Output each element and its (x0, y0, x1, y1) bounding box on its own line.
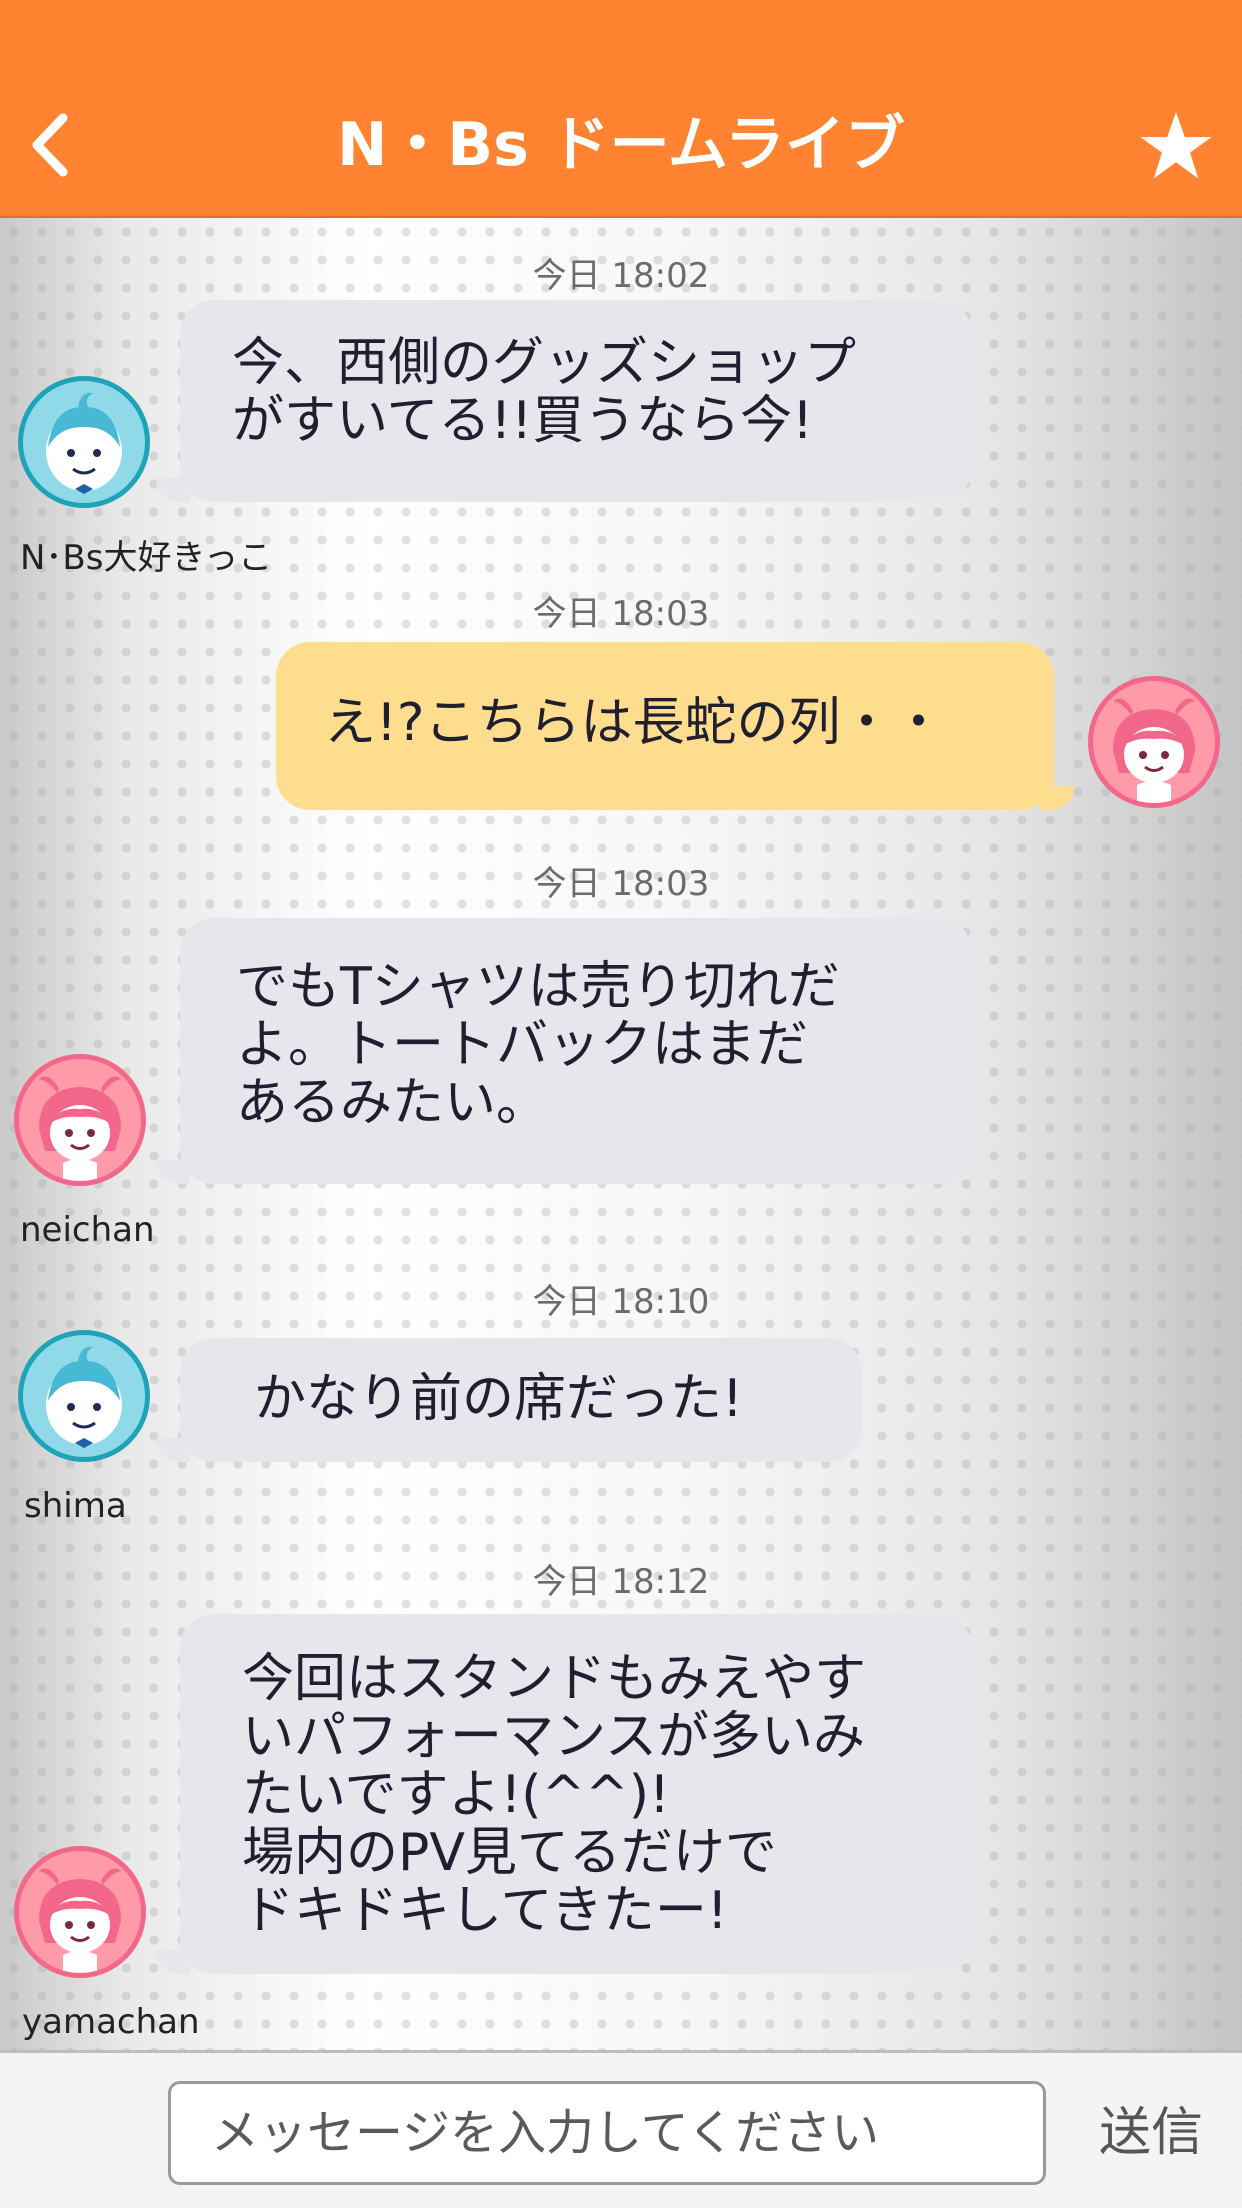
girl-avatar[interactable] (1088, 676, 1220, 808)
send-button[interactable]: 送信 (1076, 2091, 1226, 2175)
boy-avatar[interactable] (18, 376, 150, 508)
message-bubble[interactable]: かなり前の席だった! (180, 1338, 862, 1462)
girl-avatar-icon (39, 1076, 121, 1181)
message-timestamp: 今日 18:12 (532, 1562, 710, 1602)
bubble-tail (156, 478, 190, 502)
bubble-tail (156, 1438, 190, 1462)
message-composer: 送信 (0, 2050, 1242, 2208)
boy-avatar-icon (46, 392, 122, 494)
bubble-tail (156, 1160, 190, 1184)
message-timestamp: 今日 18:10 (532, 1282, 710, 1322)
bubble-tail (1040, 786, 1074, 810)
message-bubble[interactable]: でもTシャツは売り切れだ よ。トートバックはまだ あるみたい。 (180, 918, 972, 1184)
bubble-tail (156, 1950, 190, 1974)
app-header: N・Bs ドームライブ (0, 0, 1242, 218)
girl-avatar-icon (1113, 698, 1195, 803)
message-bubble[interactable]: 今回はスタンドもみえやす いパフォーマンスが多いみ たいですよ!(^^)! 場内… (180, 1614, 972, 1974)
girl-avatar[interactable] (14, 1846, 146, 1978)
girl-avatar-icon (39, 1868, 121, 1973)
girl-avatar[interactable] (14, 1054, 146, 1186)
boy-avatar[interactable] (18, 1330, 150, 1462)
page-title: N・Bs ドームライブ (337, 110, 905, 180)
message-timestamp: 今日 18:03 (532, 594, 710, 634)
star-icon (1140, 111, 1212, 179)
message-bubble[interactable]: 今、西側のグッズショップ がすいてる!!買うなら今! (180, 300, 972, 502)
username: neichan (20, 1210, 155, 1250)
message-list[interactable]: 今日 18:02 今、西側のグッズショップ がすいてる!!買うなら今! N･Bs… (0, 218, 1242, 2050)
username: N･Bs大好きっこ (20, 538, 273, 578)
message-timestamp: 今日 18:02 (532, 256, 710, 296)
favorite-button[interactable] (1134, 104, 1218, 188)
username: yamachan (22, 2002, 200, 2042)
boy-avatar-icon (46, 1346, 122, 1448)
message-timestamp: 今日 18:03 (532, 864, 710, 904)
username: shima (24, 1486, 127, 1526)
message-bubble-self[interactable]: え!?こちらは長蛇の列・・ (276, 642, 1054, 810)
message-input[interactable] (168, 2081, 1046, 2185)
